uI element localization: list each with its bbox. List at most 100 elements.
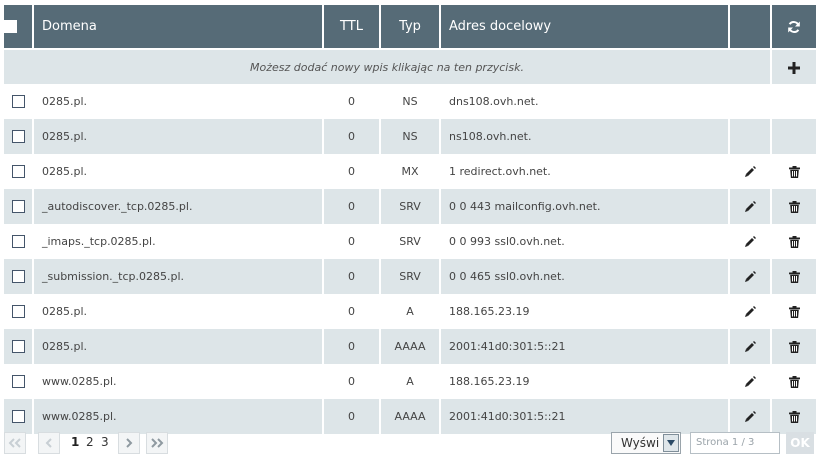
row-target: 2001:41d0:301:5::21 <box>440 329 730 364</box>
row-delete-cell <box>771 119 816 154</box>
row-checkbox[interactable] <box>11 375 25 389</box>
row-edit-cell <box>729 364 772 399</box>
first-page-button[interactable] <box>4 432 26 454</box>
pencil-icon <box>745 341 756 352</box>
edit-button[interactable] <box>744 340 756 353</box>
edit-button[interactable] <box>744 305 756 318</box>
select-all-checkbox[interactable] <box>4 20 17 33</box>
row-type: MX <box>380 154 441 189</box>
row-select-cell <box>4 119 34 154</box>
delete-button[interactable] <box>788 235 800 248</box>
row-target: dns108.ovh.net. <box>440 84 730 119</box>
row-type: AAAA <box>380 329 441 364</box>
row-delete-cell <box>771 329 816 364</box>
display-count-value: Wyświ <box>621 436 660 450</box>
add-entry-button[interactable] <box>771 48 816 84</box>
pencil-icon <box>745 376 756 387</box>
row-type: SRV <box>380 259 441 294</box>
row-domain: _imaps._tcp.0285.pl. <box>33 224 324 259</box>
chevron-left-icon <box>45 438 52 448</box>
refresh-button[interactable] <box>771 5 816 49</box>
table-row: 0285.pl. 0 NS dns108.ovh.net. <box>4 84 816 119</box>
row-checkbox[interactable] <box>11 410 25 424</box>
next-page-button[interactable] <box>118 432 140 454</box>
row-type: AAAA <box>380 399 441 434</box>
dropdown-arrow-button[interactable] <box>663 434 679 452</box>
row-ttl: 0 <box>323 224 381 259</box>
double-chevron-right-icon <box>151 438 164 448</box>
row-delete-cell <box>771 84 816 119</box>
row-select-cell <box>4 259 34 294</box>
row-ttl: 0 <box>323 154 381 189</box>
previous-page-button[interactable] <box>38 432 60 454</box>
pencil-icon <box>745 306 756 317</box>
table-row: _imaps._tcp.0285.pl. 0 SRV 0 0 993 ssl0.… <box>4 224 816 259</box>
row-delete-cell <box>771 259 816 294</box>
table-row: _autodiscover._tcp.0285.pl. 0 SRV 0 0 44… <box>4 189 816 224</box>
row-edit-cell <box>729 119 772 154</box>
table-row: www.0285.pl. 0 A 188.165.23.19 <box>4 364 816 399</box>
row-delete-cell <box>771 189 816 224</box>
refresh-icon <box>788 20 800 33</box>
trash-icon <box>788 341 800 353</box>
page-link-2[interactable]: 2 <box>86 435 94 449</box>
delete-button[interactable] <box>788 165 800 178</box>
row-ttl: 0 <box>323 259 381 294</box>
trash-icon <box>788 306 800 318</box>
delete-button[interactable] <box>788 340 800 353</box>
display-count-select[interactable]: Wyświ <box>611 432 681 454</box>
chevron-down-icon <box>667 440 675 446</box>
delete-button[interactable] <box>788 410 800 423</box>
row-checkbox[interactable] <box>11 305 25 319</box>
row-domain: 0285.pl. <box>33 329 324 364</box>
row-ttl: 0 <box>323 119 381 154</box>
row-ttl: 0 <box>323 399 381 434</box>
row-checkbox[interactable] <box>11 200 25 214</box>
pencil-icon <box>745 271 756 282</box>
column-header-type[interactable]: Typ <box>380 5 441 49</box>
row-edit-cell <box>729 189 772 224</box>
row-type: SRV <box>380 224 441 259</box>
row-select-cell <box>4 154 34 189</box>
row-target: 188.165.23.19 <box>440 294 730 329</box>
edit-button[interactable] <box>744 235 756 248</box>
row-checkbox[interactable] <box>11 235 25 249</box>
edit-button[interactable] <box>744 165 756 178</box>
column-header-domain[interactable]: Domena <box>33 5 324 49</box>
row-domain: _autodiscover._tcp.0285.pl. <box>33 189 324 224</box>
row-checkbox[interactable] <box>11 270 25 284</box>
column-header-ttl[interactable]: TTL <box>323 5 381 49</box>
row-type: SRV <box>380 189 441 224</box>
row-select-cell <box>4 364 34 399</box>
edit-button[interactable] <box>744 270 756 283</box>
row-checkbox[interactable] <box>11 340 25 354</box>
row-target: 188.165.23.19 <box>440 364 730 399</box>
page-number-input[interactable]: Strona 1 / 3 <box>690 432 780 454</box>
delete-button[interactable] <box>788 200 800 213</box>
row-domain: 0285.pl. <box>33 154 324 189</box>
select-all-cell <box>4 5 34 49</box>
column-header-target[interactable]: Adres docelowy <box>440 5 730 49</box>
row-delete-cell <box>771 154 816 189</box>
trash-icon <box>788 201 800 213</box>
last-page-button[interactable] <box>146 432 168 454</box>
pencil-icon <box>745 236 756 247</box>
row-edit-cell <box>729 399 772 434</box>
row-target: 1 redirect.ovh.net. <box>440 154 730 189</box>
row-checkbox[interactable] <box>11 165 25 179</box>
delete-button[interactable] <box>788 375 800 388</box>
trash-icon <box>788 411 800 423</box>
delete-button[interactable] <box>788 305 800 318</box>
row-checkbox[interactable] <box>11 95 25 109</box>
column-header-edit <box>729 5 772 49</box>
edit-button[interactable] <box>744 410 756 423</box>
delete-button[interactable] <box>788 270 800 283</box>
edit-button[interactable] <box>744 375 756 388</box>
go-to-page-button[interactable]: OK <box>786 432 814 454</box>
row-checkbox[interactable] <box>11 130 25 144</box>
page-link-1[interactable]: 1 <box>71 435 79 449</box>
row-edit-cell <box>729 154 772 189</box>
edit-button[interactable] <box>744 200 756 213</box>
row-select-cell <box>4 224 34 259</box>
page-link-3[interactable]: 3 <box>101 435 109 449</box>
